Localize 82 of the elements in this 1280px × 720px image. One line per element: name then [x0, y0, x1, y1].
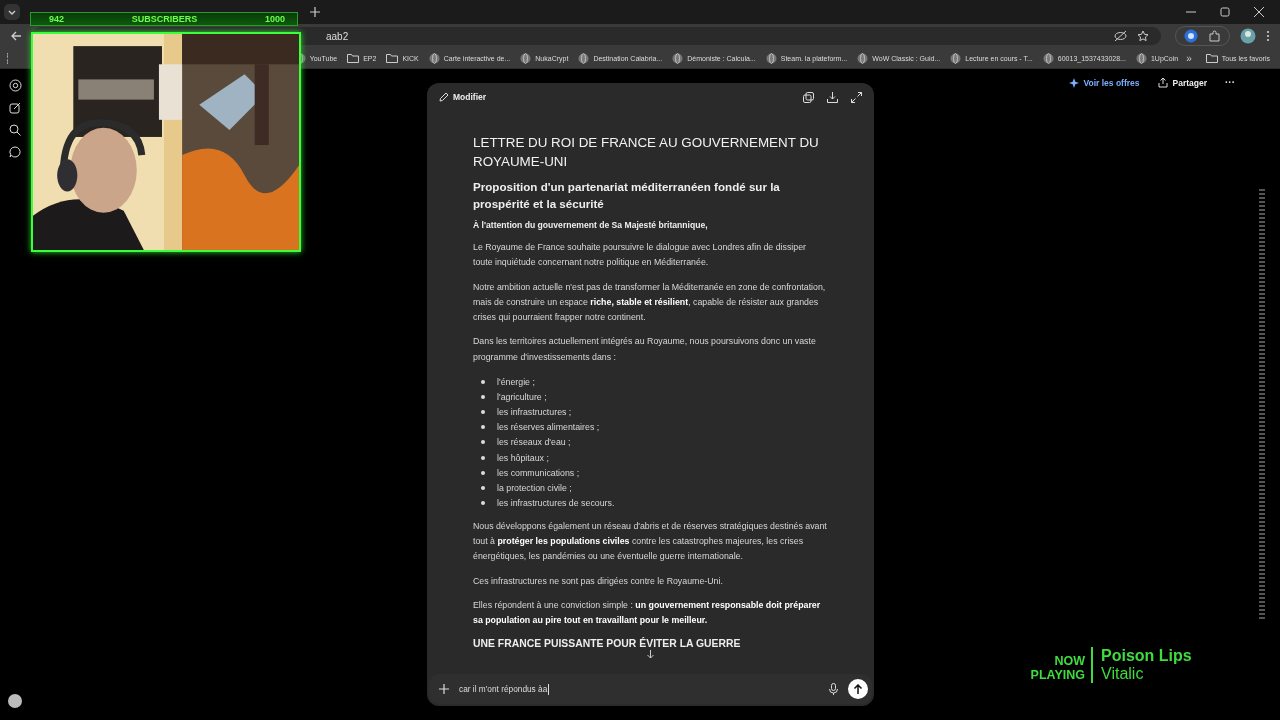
- bullet-icon: [481, 410, 485, 415]
- document-subtitle: Proposition d'un partenariat méditerranéen fondé sur la prospérité et la sécurité: [473, 179, 781, 212]
- section-heading: UNE FRANCE PUISSANTE POUR ÉVITER LA GUERRE: [473, 637, 742, 649]
- paragraph: Nous développons également un réseau d'abris et de réserves stratégiques destinés avant tout à protéger les populations civiles contre les catastrophes majeures, les crises énergétiques, les pandémies ou une éventuelle guerre internationale.: [473, 519, 828, 564]
- paragraph: Ces infrastructures ne sont pas dirigées contre le Royaume-Uni.: [473, 574, 724, 588]
- paragraph: Dans les territoires actuellement intégrés au Royaume, nous poursuivons donc un vaste programme d'investissements dans :: [473, 335, 817, 364]
- subscriber-goal: 1000: [264, 14, 285, 24]
- globe-icon: [765, 52, 777, 64]
- close-icon[interactable]: [1254, 7, 1264, 17]
- tab-search-button[interactable]: [4, 4, 20, 20]
- song-title: Poison Lips: [1101, 647, 1192, 665]
- user-avatar-icon[interactable]: [8, 694, 22, 708]
- chat-bubble-icon[interactable]: [9, 146, 21, 158]
- bullet-icon: [481, 455, 485, 460]
- plus-icon[interactable]: [439, 684, 449, 694]
- bullet-icon: [481, 486, 485, 490]
- share-button[interactable]: Partager: [1157, 77, 1207, 88]
- folder-icon: [347, 53, 360, 63]
- flower-logo-icon[interactable]: [8, 79, 22, 92]
- star-icon[interactable]: [1137, 30, 1149, 42]
- more-vertical-icon[interactable]: [1266, 30, 1270, 42]
- artist-name: Vitalic: [1101, 665, 1145, 683]
- maximize-icon[interactable]: [1220, 7, 1230, 17]
- paragraph: Elles répondent à une conviction simple : un gouvernement responsable doit préparer sa population au pire tout en travaillant pour le meilleur.: [473, 598, 822, 628]
- expand-icon[interactable]: [851, 91, 862, 103]
- salutation: À l'attention du gouvernement de Sa Majesté britannique,: [473, 220, 709, 230]
- globe-icon: [1135, 52, 1147, 64]
- bullet-icon: [481, 470, 485, 475]
- back-arrow-icon[interactable]: [10, 30, 22, 42]
- eye-slash-icon[interactable]: [1114, 30, 1127, 42]
- bullet-icon: [481, 394, 485, 399]
- message-input[interactable]: car il m'ont répondus àa: [429, 674, 872, 704]
- edit-icon[interactable]: [9, 102, 21, 114]
- extension-badge-icon[interactable]: [1184, 29, 1198, 43]
- bullet-icon: [481, 501, 485, 506]
- more-options-button[interactable]: ···: [1225, 77, 1235, 88]
- pencil-icon: [439, 92, 449, 102]
- copy-icon[interactable]: [803, 91, 814, 103]
- bullet-icon: [481, 379, 485, 384]
- sparkle-icon: [1069, 77, 1080, 88]
- paragraph: Le Royaume de France souhaite poursuivre le dialogue avec Londres afin de dissiper toute inquiétude concernant notre politique en Méditerranée.: [473, 241, 808, 270]
- input-text: car il m'ont répondus àa: [459, 684, 548, 694]
- subscriber-count: 942: [49, 14, 65, 24]
- bullet-icon: [481, 425, 485, 430]
- list-item: les réseaux d'eau ;: [497, 437, 571, 448]
- subscribers-label: SUBSCRIBERS: [131, 14, 198, 24]
- arrow-down-icon: [646, 650, 655, 660]
- microphone-icon[interactable]: [829, 683, 838, 695]
- now-playing-label: NOW PLAYING: [1029, 654, 1086, 682]
- list-item: les hôpitaux ;: [497, 452, 549, 463]
- download-icon[interactable]: [827, 91, 838, 103]
- folder-icon: [386, 53, 399, 63]
- document-title: LETTRE DU ROI DE FRANCE AU GOUVERNEMENT DU ROYAUME-UNI: [473, 134, 820, 171]
- arrow-up-icon: [853, 684, 863, 694]
- search-icon[interactable]: [9, 124, 21, 136]
- share-icon: [1157, 77, 1168, 88]
- puzzle-icon[interactable]: [1208, 29, 1221, 43]
- avatar-icon[interactable]: [1240, 28, 1256, 44]
- list-item: l'énergie ;: [497, 376, 535, 387]
- globe-icon: [428, 52, 440, 64]
- send-button[interactable]: [848, 679, 868, 699]
- edit-button[interactable]: Modifier: [439, 92, 487, 102]
- list-item: les communications ;: [497, 467, 580, 478]
- globe-icon: [1042, 52, 1054, 64]
- list-item: les infrastructures de secours.: [497, 498, 615, 509]
- globe-icon: [578, 52, 590, 64]
- globe-icon: [672, 52, 684, 64]
- list-item: la protection civile ;: [497, 483, 572, 493]
- offers-link[interactable]: Voir les offres: [1069, 77, 1140, 88]
- url-text: aab2: [326, 30, 349, 42]
- scrollbar[interactable]: [1259, 189, 1265, 620]
- more-bookmarks-button[interactable]: »: [1186, 52, 1192, 64]
- globe-icon: [950, 52, 962, 64]
- folder-icon: [1205, 53, 1218, 63]
- paragraph: Notre ambition actuelle n'est pas de transformer la Méditerranée en zone de confrontation, mais de construire un espace riche, stable et résilient, capable de résister aux grandes crises qui pourraient frapper notre continent.: [473, 280, 827, 325]
- globe-icon: [857, 52, 869, 64]
- list-item: les infrastructures ;: [497, 407, 572, 418]
- bullet-icon: [481, 440, 485, 445]
- list-item: les réserves alimentaires ;: [497, 422, 600, 433]
- list-item: l'agriculture ;: [497, 391, 547, 402]
- plus-icon[interactable]: [310, 7, 320, 17]
- globe-icon: [520, 52, 532, 64]
